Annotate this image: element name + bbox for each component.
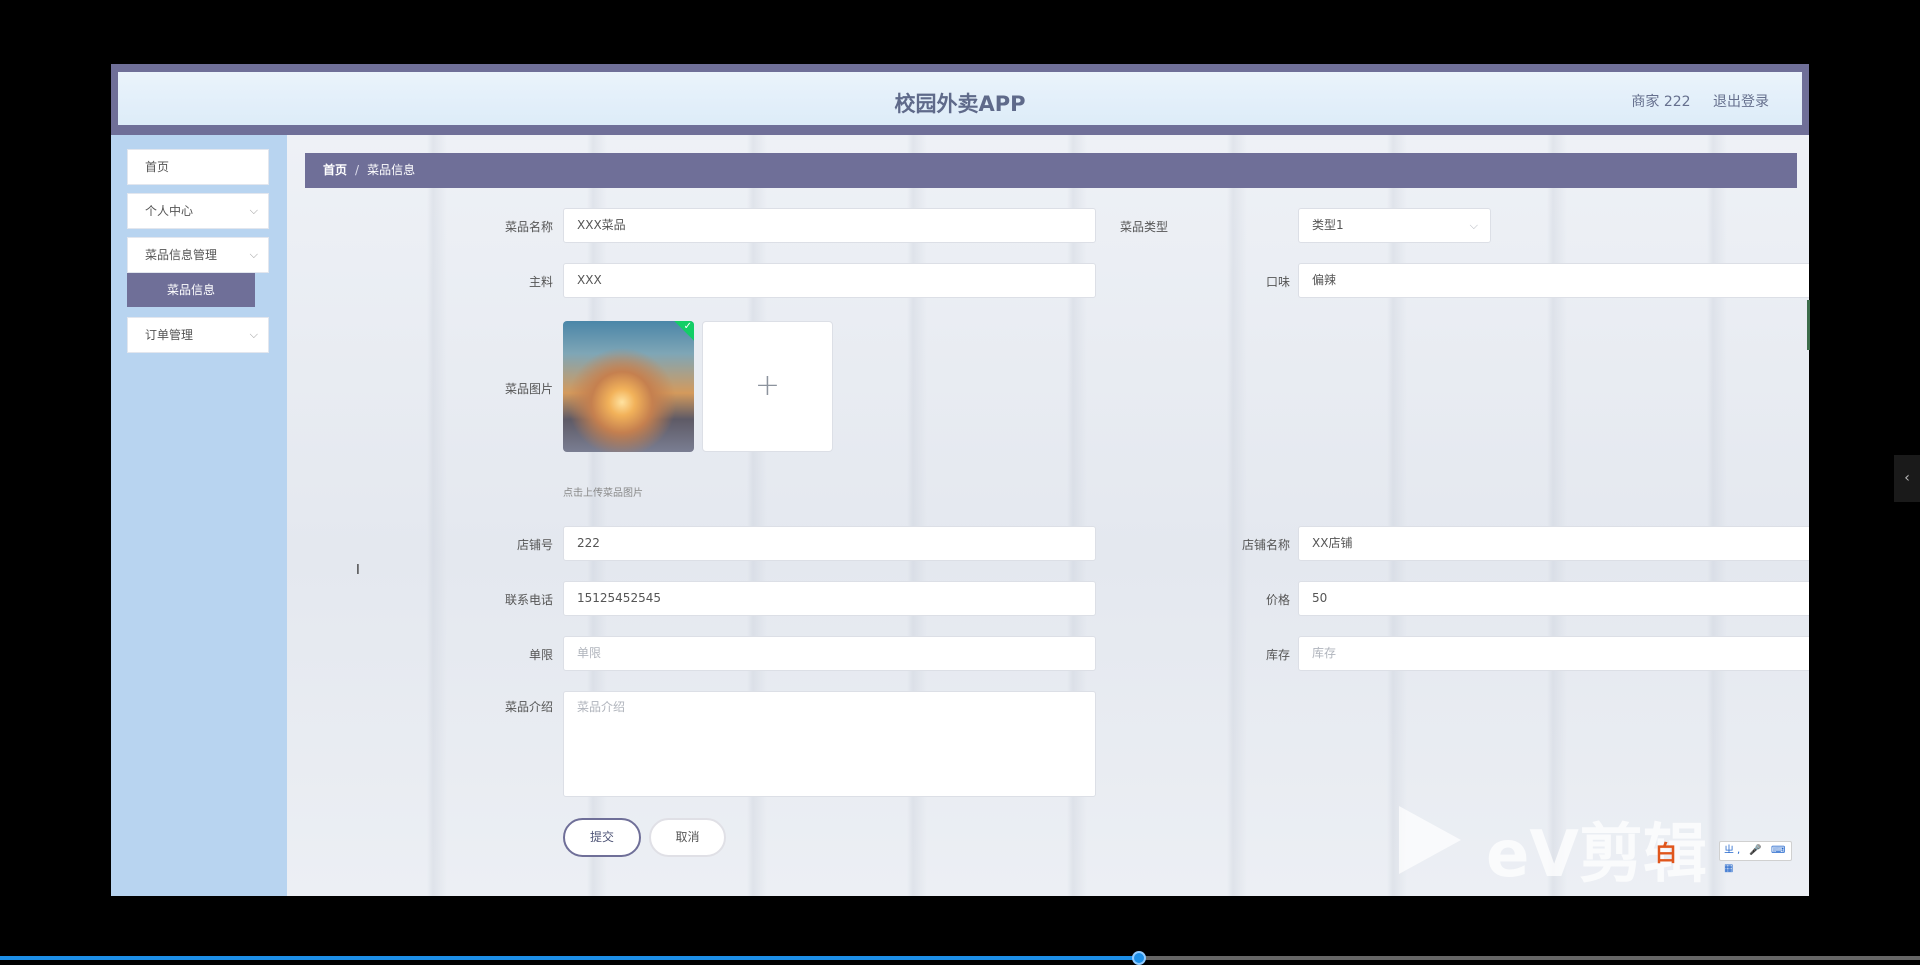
logout-link[interactable]: 退出登录 — [1713, 94, 1769, 110]
breadcrumb: 首页 / 菜品信息 — [305, 153, 1797, 188]
user-name: 商家 222 — [1631, 94, 1691, 110]
breadcrumb-separator: / — [355, 163, 360, 177]
breadcrumb-home[interactable]: 首页 — [323, 163, 347, 177]
dish-image-label: 菜品图片 — [504, 382, 553, 396]
video-progress-knob[interactable] — [1131, 951, 1146, 965]
cancel-button[interactable]: 取消 — [649, 818, 726, 857]
image-upload-button[interactable]: + — [702, 321, 833, 452]
stock-label: 库存 — [1265, 648, 1290, 662]
price-label: 价格 — [1265, 593, 1290, 607]
dish-name-input[interactable]: XXX菜品 — [563, 208, 1096, 243]
chevron-down-icon: ⌵ — [249, 204, 258, 217]
limit-input[interactable]: 单限 — [563, 636, 1096, 671]
phone-label: 联系电话 — [504, 593, 553, 607]
app-title: 校园外卖APP — [894, 92, 1026, 116]
top-bar: 校园外卖APP 商家 222 退出登录 — [111, 64, 1809, 135]
dish-type-label: 菜品类型 — [1119, 220, 1168, 234]
play-icon — [1399, 806, 1461, 874]
main-ingredient-input[interactable]: XXX — [563, 263, 1096, 298]
chevron-left-icon[interactable]: ‹ — [1894, 455, 1920, 502]
sidebar-item-orders[interactable]: 订单管理 ⌵ — [127, 317, 269, 353]
sidebar-subitem-dish-info[interactable]: 菜品信息 — [127, 273, 255, 307]
top-bar-inner: 校园外卖APP 商家 222 退出登录 — [118, 72, 1802, 125]
dish-type-select[interactable]: 类型1 ⌵ — [1298, 208, 1491, 243]
main-ingredient-label: 主料 — [528, 275, 553, 289]
price-input[interactable]: 50 ⊗ — [1298, 581, 1809, 616]
limit-label: 单限 — [528, 648, 553, 662]
sidebar-item-home[interactable]: 首页 — [127, 149, 269, 185]
price-value: 50 — [1312, 591, 1328, 605]
sidebar-item-profile[interactable]: 个人中心 ⌵ — [127, 193, 269, 229]
intro-textarea[interactable]: 菜品介绍 — [563, 691, 1096, 797]
app-window: 校园外卖APP 商家 222 退出登录 首页 个人中心 ⌵ 菜品信息管理 ⌵ 菜… — [111, 64, 1809, 896]
dish-image-thumbnail[interactable]: ✓ — [563, 321, 694, 452]
stock-input[interactable]: 库存 — [1298, 636, 1809, 671]
shop-name-input[interactable]: XX店铺 — [1298, 526, 1809, 561]
user-area: 商家 222 退出登录 — [1613, 91, 1769, 111]
check-icon: ✓ — [683, 321, 692, 332]
sidebar-item-label: 订单管理 — [145, 328, 194, 342]
sidebar-item-label: 首页 — [145, 160, 170, 174]
sidebar-item-label: 个人中心 — [145, 204, 194, 218]
sidebar: 首页 个人中心 ⌵ 菜品信息管理 ⌵ 菜品信息 订单管理 ⌵ — [111, 135, 287, 896]
video-progress-fill — [0, 956, 1139, 960]
sidebar-item-label: 菜品信息管理 — [145, 248, 218, 262]
phone-input[interactable]: 15125452545 — [563, 581, 1096, 616]
ime-logo-icon: 白 — [1655, 842, 1678, 867]
scroll-edge-marker — [1807, 300, 1810, 350]
shop-no-label: 店铺号 — [516, 538, 553, 552]
intro-label: 菜品介绍 — [504, 700, 553, 714]
submit-button[interactable]: 提交 — [563, 818, 641, 857]
text-cursor-icon: I — [356, 563, 360, 578]
ime-toolbar[interactable]: ㄓ, 🎤 ⌨ ▦ — [1719, 841, 1792, 874]
chevron-down-icon: ⌵ — [1469, 219, 1478, 232]
dish-type-value: 类型1 — [1312, 218, 1344, 232]
shop-name-label: 店铺名称 — [1241, 538, 1290, 552]
shop-no-input[interactable]: 222 — [563, 526, 1096, 561]
flavor-label: 口味 — [1265, 275, 1290, 289]
plus-icon: + — [754, 368, 781, 403]
main-content: 首页 / 菜品信息 菜品名称 XXX菜品 菜品类型 类型1 ⌵ 主料 XXX 口味 … — [287, 135, 1809, 896]
dish-name-label: 菜品名称 — [504, 220, 553, 234]
chevron-down-icon: ⌵ — [249, 328, 258, 341]
flavor-input[interactable]: 偏辣 — [1298, 263, 1809, 298]
sidebar-item-dish-management[interactable]: 菜品信息管理 ⌵ — [127, 237, 269, 273]
breadcrumb-current: 菜品信息 — [367, 163, 416, 177]
chevron-down-icon: ⌵ — [249, 248, 258, 261]
upload-hint: 点击上传菜品图片 — [563, 488, 643, 499]
